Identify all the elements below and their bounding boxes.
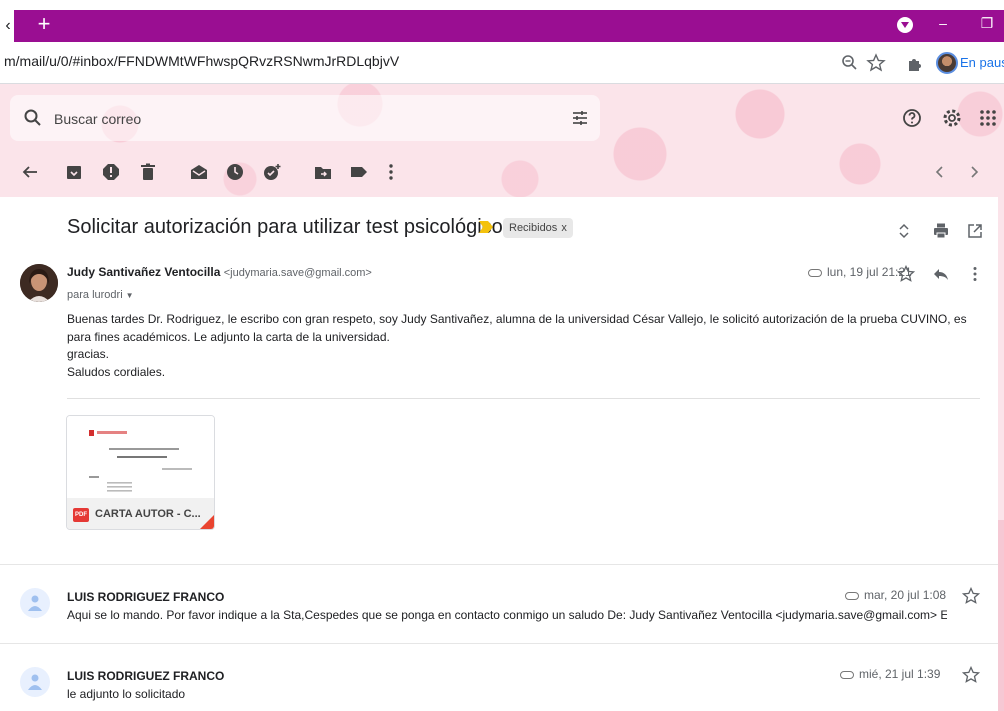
body-paragraph: Saludos cordiales. (67, 364, 166, 379)
newer-icon[interactable] (930, 162, 950, 182)
person-icon (28, 595, 42, 611)
attachment-card[interactable]: PDF CARTA AUTOR - C... (66, 415, 215, 530)
snooze-icon[interactable] (225, 162, 245, 182)
attachment-footer: PDF CARTA AUTOR - C... (67, 498, 214, 529)
thread-subject: Solicitar autorización para utilizar tes… (67, 216, 503, 238)
avatar (20, 667, 50, 697)
message-snippet: le adjunto lo solicitado (67, 687, 186, 701)
more-icon[interactable] (381, 162, 401, 182)
browser-frame (14, 10, 1004, 42)
inbox-label-chip[interactable]: Recibidos x (503, 218, 573, 238)
sender-avatar[interactable] (20, 264, 58, 302)
message-from: LUIS RODRIGUEZ FRANCO (67, 669, 225, 683)
show-details-icon[interactable]: ▼ (126, 291, 134, 300)
zoom-icon[interactable] (840, 53, 860, 73)
message-date: mar, 20 jul 1:08 (845, 588, 946, 602)
back-arrow-icon[interactable] (20, 162, 40, 182)
recipient-text: para lurodri (67, 289, 123, 301)
scrollbar[interactable] (998, 190, 1004, 711)
tune-icon[interactable] (570, 108, 590, 128)
person-icon (28, 674, 42, 690)
scrollbar-thumb[interactable] (998, 190, 1004, 520)
profile-avatar[interactable] (936, 52, 958, 74)
attachment-icon (845, 591, 859, 600)
attachment-icon (840, 670, 854, 679)
attachment-name: CARTA AUTOR - C... (95, 508, 201, 520)
open-new-window-icon[interactable] (966, 222, 984, 240)
message-body: Buenas tardes Dr. Rodriguez, le escribo … (67, 311, 967, 381)
older-icon[interactable] (964, 162, 984, 182)
label-text: Recibidos (509, 222, 558, 234)
chrome-profile-menu-icon[interactable] (897, 17, 913, 33)
spam-icon[interactable] (101, 162, 121, 182)
sync-paused-label[interactable]: En pausa (960, 55, 1004, 70)
collapsed-message[interactable]: LUIS RODRIGUEZ FRANCO Aqui se lo mando. … (0, 564, 998, 642)
archive-icon[interactable] (64, 162, 84, 182)
attachment-corner (198, 513, 214, 529)
expand-icon[interactable] (895, 222, 913, 240)
restore-window-icon[interactable]: ❐ (976, 12, 998, 34)
reply-icon[interactable] (932, 265, 950, 283)
print-icon[interactable] (932, 222, 950, 240)
mark-unread-icon[interactable] (189, 162, 209, 182)
message-date: mié, 21 jul 1:39 (840, 667, 940, 681)
minimize-icon[interactable]: – (932, 12, 954, 34)
sender-email: <judymaria.save@gmail.com> (223, 267, 372, 279)
search-bar (10, 95, 600, 141)
browser-tab-strip: ‹ + – ❐ (0, 0, 1004, 42)
search-icon[interactable] (22, 107, 44, 129)
more-icon[interactable] (966, 265, 984, 283)
body-paragraph: gracias. (67, 347, 110, 362)
important-marker-icon[interactable] (479, 221, 493, 233)
star-icon[interactable] (962, 587, 980, 605)
star-icon[interactable] (962, 666, 980, 684)
star-icon[interactable] (897, 265, 915, 283)
message-date-text: mié, 21 jul 1:39 (859, 667, 941, 681)
sender-line: Judy Santivañez Ventocilla <judymaria.sa… (67, 265, 372, 279)
sender-name[interactable]: Judy Santivañez Ventocilla (67, 265, 220, 279)
message-snippet: Aqui se lo mando. Por favor indique a la… (67, 608, 947, 622)
avatar (20, 588, 50, 618)
message-from: LUIS RODRIGUEZ FRANCO (67, 590, 225, 604)
apps-icon[interactable] (976, 106, 1000, 130)
recipient-line[interactable]: para lurodri ▼ (67, 289, 134, 301)
help-icon[interactable] (900, 106, 924, 130)
attachment-preview (67, 416, 214, 498)
new-tab-button[interactable]: + (32, 12, 56, 36)
pdf-icon: PDF (73, 508, 89, 522)
extensions-icon[interactable] (905, 53, 925, 73)
search-input[interactable] (54, 108, 544, 130)
message-date-text: mar, 20 jul 1:08 (864, 588, 947, 602)
message-view: Solicitar autorización para utilizar tes… (0, 197, 998, 711)
move-to-icon[interactable] (313, 162, 333, 182)
tab-scroll-left-icon[interactable]: ‹ (2, 10, 14, 42)
label-icon[interactable] (349, 162, 369, 182)
address-bar: m/mail/u/0/#inbox/FFNDWMtWFhwspQRvzRSNwm… (0, 42, 1004, 84)
delete-icon[interactable] (138, 162, 158, 182)
attachment-icon (808, 268, 822, 277)
url-field[interactable]: m/mail/u/0/#inbox/FFNDWMtWFhwspQRvzRSNwm… (4, 53, 399, 69)
gmail-header (0, 84, 1004, 197)
settings-icon[interactable] (940, 106, 964, 130)
add-task-icon[interactable] (262, 162, 282, 182)
remove-label-button[interactable]: x (561, 222, 567, 234)
attachment-divider (67, 398, 980, 399)
collapsed-message[interactable]: LUIS RODRIGUEZ FRANCO le adjunto lo soli… (0, 643, 998, 711)
star-icon[interactable] (866, 53, 886, 73)
body-paragraph: Buenas tardes Dr. Rodriguez, le escribo … (67, 312, 967, 344)
